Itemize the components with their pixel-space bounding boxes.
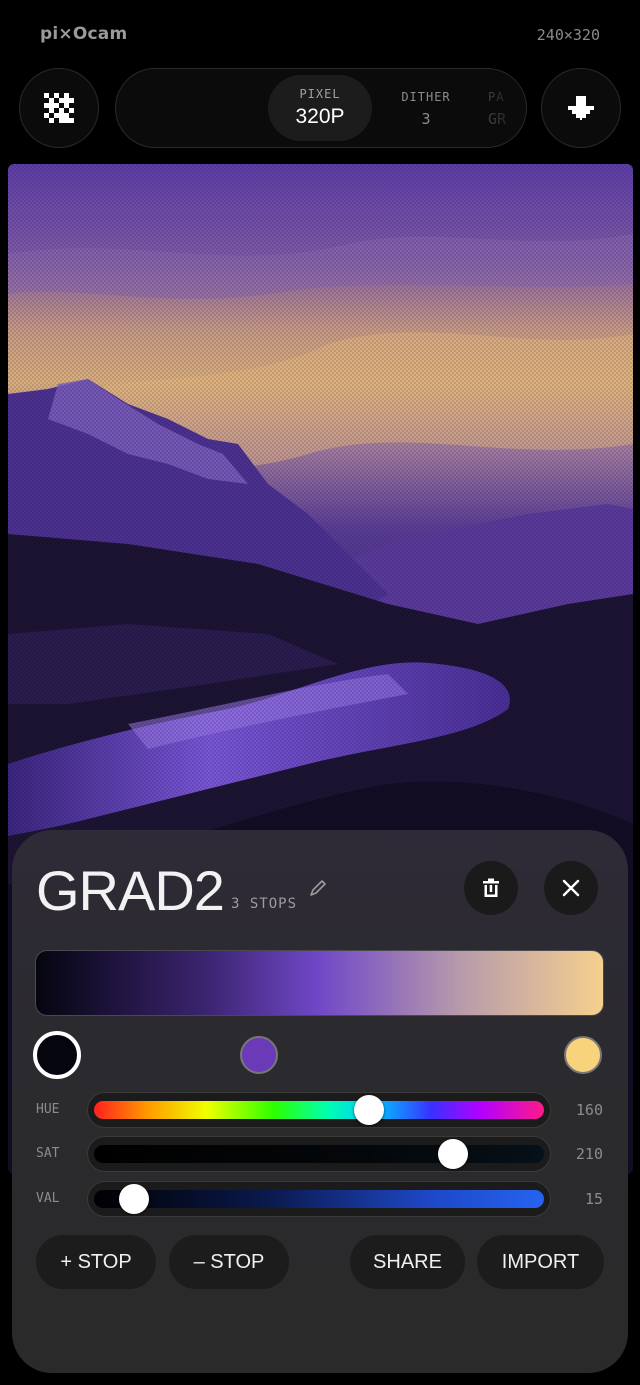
sat-track — [94, 1145, 544, 1163]
gradient-stop-1[interactable] — [33, 1031, 81, 1079]
gradient-name[interactable]: GRAD2 — [36, 858, 225, 923]
share-button[interactable]: SHARE — [350, 1235, 465, 1289]
sat-value: 210 — [575, 1145, 603, 1163]
hue-label: HUE — [36, 1102, 60, 1117]
hue-slider[interactable] — [87, 1092, 551, 1128]
gradient-stop-2[interactable] — [240, 1036, 278, 1074]
gradient-editor-sheet: GRAD2 3 STOPS HUE 160 SAT 210 VAL 15 + S… — [12, 830, 628, 1373]
mode-pixel-label: PIXEL — [299, 87, 341, 101]
checker-pixel-icon — [44, 93, 74, 123]
mode-pixel[interactable]: PIXEL 320P — [268, 75, 372, 141]
sat-slider[interactable] — [87, 1136, 551, 1172]
close-icon — [562, 879, 580, 897]
sat-knob[interactable] — [438, 1139, 469, 1169]
delete-gradient-button[interactable] — [464, 861, 518, 915]
close-button[interactable] — [544, 861, 598, 915]
resolution-readout: 240×320 — [536, 26, 600, 44]
download-button[interactable] — [541, 68, 621, 148]
val-slider-row: VAL 15 — [12, 1181, 628, 1217]
sat-label: SAT — [36, 1146, 60, 1161]
pencil-icon[interactable] — [308, 878, 328, 898]
val-value: 15 — [584, 1190, 603, 1208]
app-title: pi⨯Ocam — [40, 24, 128, 44]
sat-slider-row: SAT 210 — [12, 1136, 628, 1172]
trash-icon — [483, 878, 499, 897]
val-track — [94, 1190, 544, 1208]
remove-stop-button[interactable]: – STOP — [169, 1235, 289, 1289]
add-stop-button[interactable]: + STOP — [36, 1235, 156, 1289]
mode-dither-label: DITHER — [401, 90, 451, 104]
hue-value: 160 — [575, 1101, 603, 1119]
mode-fade — [486, 69, 526, 147]
stops-count: 3 STOPS — [231, 896, 298, 912]
mode-dither[interactable]: DITHER 3 — [386, 69, 466, 147]
val-knob[interactable] — [119, 1184, 150, 1214]
mode-pixel-value: 320P — [295, 105, 345, 128]
hue-track — [94, 1101, 544, 1119]
hue-slider-row: HUE 160 — [12, 1092, 628, 1128]
mode-selector[interactable]: PIXEL 320P DITHER 3 PA GR — [115, 68, 527, 148]
gradient-preview-bar[interactable] — [35, 950, 604, 1016]
import-button[interactable]: IMPORT — [477, 1235, 604, 1289]
pixel-pattern-button[interactable] — [19, 68, 99, 148]
mode-dither-value: 3 — [421, 110, 431, 128]
hue-knob[interactable] — [354, 1095, 385, 1125]
gradient-stop-3[interactable] — [564, 1036, 602, 1074]
val-slider[interactable] — [87, 1181, 551, 1217]
val-label: VAL — [36, 1191, 60, 1206]
download-arrow-icon — [568, 96, 594, 120]
